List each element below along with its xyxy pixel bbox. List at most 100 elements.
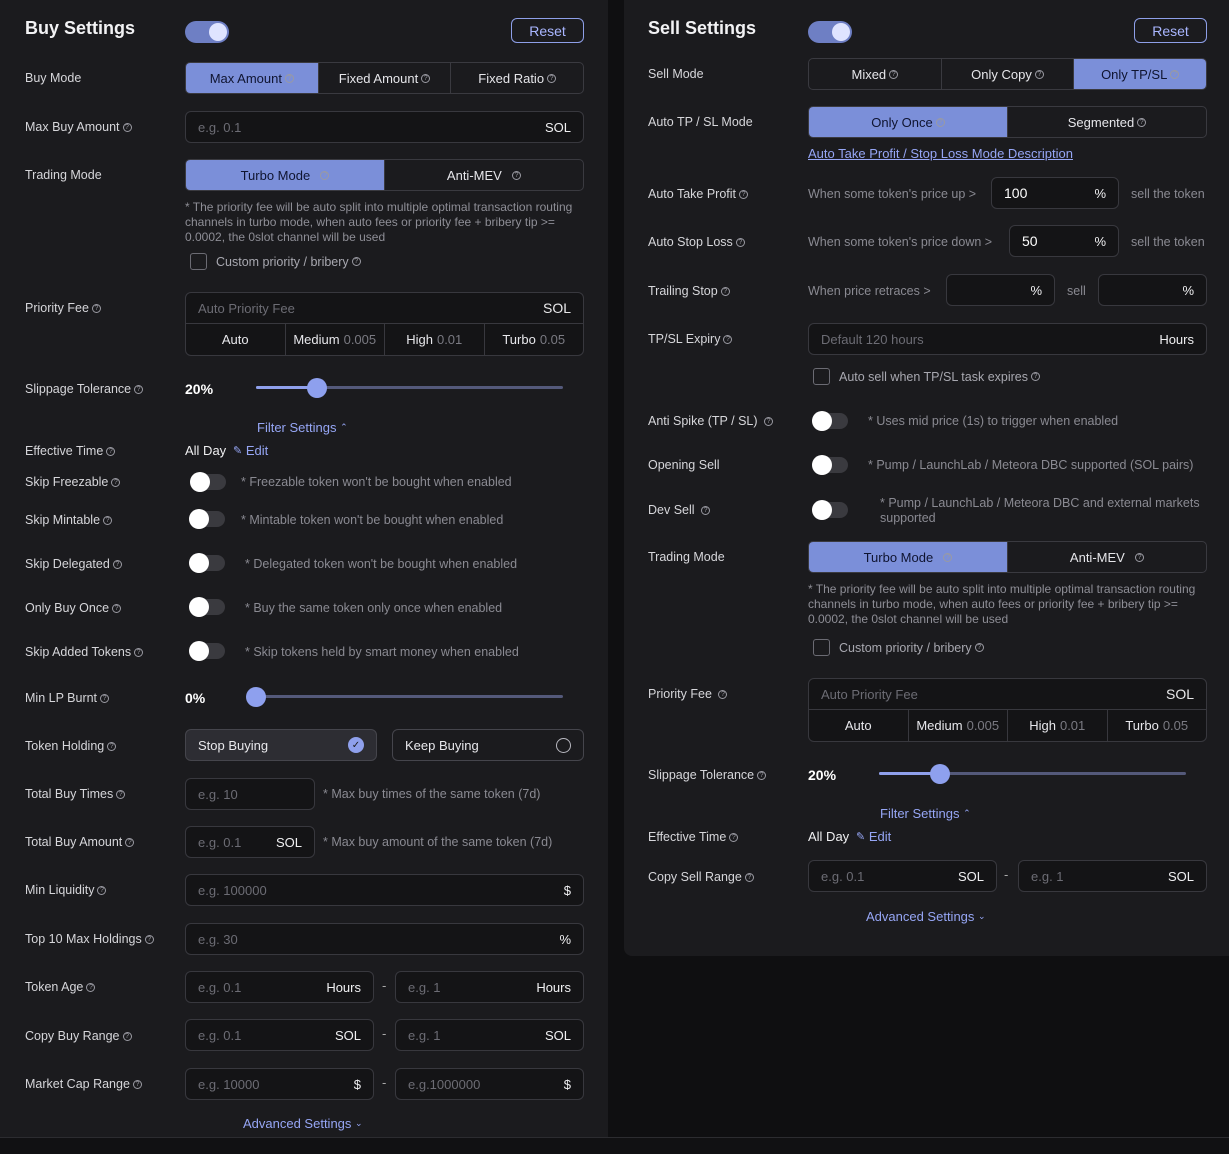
- sell-reset-button[interactable]: Reset: [1134, 18, 1207, 43]
- help-icon[interactable]: ?: [735, 237, 745, 247]
- sell-anti-mev-option[interactable]: Anti-MEV ?: [1008, 542, 1206, 572]
- help-icon[interactable]: ?: [125, 837, 135, 847]
- stop-loss-input[interactable]: 50%: [1009, 225, 1119, 257]
- sell-settings-toggle[interactable]: [808, 21, 852, 43]
- help-icon[interactable]: ?: [103, 515, 113, 525]
- help-icon[interactable]: ?: [889, 69, 899, 79]
- help-icon[interactable]: ?: [1030, 372, 1040, 381]
- sell-priority-fee-input[interactable]: Auto Priority Fee SOL: [809, 679, 1206, 710]
- sell-mode-only-copy[interactable]: Only Copy?: [942, 59, 1075, 89]
- help-icon[interactable]: ?: [97, 885, 107, 895]
- trailing-stop-sell-input[interactable]: %: [1098, 274, 1207, 306]
- opening-sell-toggle[interactable]: [812, 455, 848, 475]
- buy-priority-fee-input[interactable]: Auto Priority Fee SOL: [186, 293, 583, 324]
- help-icon[interactable]: ?: [739, 189, 749, 199]
- help-icon[interactable]: ?: [122, 122, 132, 132]
- help-icon[interactable]: ?: [512, 170, 522, 180]
- checkbox-box[interactable]: [190, 253, 207, 270]
- buy-advanced-settings-toggle[interactable]: Advanced Settings ⌄: [243, 1116, 363, 1131]
- help-icon[interactable]: ?: [757, 770, 767, 780]
- slider-handle[interactable]: [246, 687, 266, 707]
- help-icon[interactable]: ?: [284, 73, 294, 83]
- checkbox-box[interactable]: [813, 368, 830, 385]
- preset-turbo[interactable]: Turbo 0.05: [1108, 710, 1207, 741]
- help-icon[interactable]: ?: [744, 872, 754, 882]
- effective-time-edit-link[interactable]: ✎ Edit: [233, 443, 268, 458]
- help-icon[interactable]: ?: [112, 559, 122, 569]
- help-icon[interactable]: ?: [106, 446, 116, 456]
- copy-sell-range-min-input[interactable]: e.g. 0.1 SOL: [808, 860, 997, 892]
- help-icon[interactable]: ?: [764, 416, 774, 426]
- checkbox-box[interactable]: [813, 639, 830, 656]
- only-buy-once-toggle[interactable]: [189, 597, 225, 617]
- help-icon[interactable]: ?: [701, 505, 711, 515]
- sell-filter-settings-toggle[interactable]: Filter Settings ⌃: [880, 806, 971, 821]
- preset-auto[interactable]: Auto: [809, 710, 909, 741]
- buy-filter-settings-toggle[interactable]: Filter Settings ⌃: [257, 420, 348, 435]
- slider-handle[interactable]: [307, 378, 328, 398]
- buy-mode-max-amount[interactable]: Max Amount?: [186, 63, 319, 93]
- help-icon[interactable]: ?: [935, 117, 945, 127]
- tpsl-only-once-option[interactable]: Only Once?: [809, 107, 1008, 137]
- sell-slippage-slider[interactable]: [879, 764, 1186, 784]
- preset-high[interactable]: High 0.01: [385, 324, 485, 355]
- help-icon[interactable]: ?: [718, 689, 728, 699]
- sell-advanced-settings-toggle[interactable]: Advanced Settings ⌄: [866, 909, 986, 924]
- help-icon[interactable]: ?: [134, 647, 144, 657]
- help-icon[interactable]: ?: [91, 303, 101, 313]
- max-buy-amount-input[interactable]: e.g. 0.1 SOL: [185, 111, 584, 143]
- preset-medium[interactable]: Medium 0.005: [286, 324, 385, 355]
- preset-turbo[interactable]: Turbo 0.05: [485, 324, 584, 355]
- sell-custom-priority-checkbox[interactable]: Custom priority / bribery?: [813, 639, 984, 656]
- skip-freezable-toggle[interactable]: [190, 472, 226, 492]
- top10-max-holdings-input[interactable]: e.g. 30%: [185, 923, 584, 955]
- min-liquidity-input[interactable]: e.g. 100000 $: [185, 874, 584, 906]
- help-icon[interactable]: ?: [421, 73, 431, 83]
- buy-turbo-mode-option[interactable]: Turbo Mode ?: [186, 160, 385, 190]
- sell-effective-time-edit-link[interactable]: ✎ Edit: [856, 829, 891, 844]
- help-icon[interactable]: ?: [112, 603, 122, 613]
- help-icon[interactable]: ?: [729, 832, 739, 842]
- buy-custom-priority-checkbox[interactable]: Custom priority / bribery?: [190, 253, 361, 270]
- help-icon[interactable]: ?: [723, 334, 733, 344]
- total-buy-times-input[interactable]: e.g. 10: [185, 778, 315, 810]
- help-icon[interactable]: ?: [122, 1031, 132, 1041]
- market-cap-max-input[interactable]: e.g.1000000 $: [395, 1068, 584, 1100]
- token-age-min-input[interactable]: e.g. 0.1 Hours: [185, 971, 374, 1003]
- help-icon[interactable]: ?: [1135, 552, 1145, 562]
- copy-buy-range-min-input[interactable]: e.g. 0.1 SOL: [185, 1019, 374, 1051]
- help-icon[interactable]: ?: [111, 477, 121, 487]
- help-icon[interactable]: ?: [547, 73, 557, 83]
- help-icon[interactable]: ?: [943, 552, 953, 562]
- stop-buying-option[interactable]: Stop Buying ✓: [185, 729, 377, 761]
- skip-delegated-toggle[interactable]: [189, 553, 225, 573]
- preset-medium[interactable]: Medium 0.005: [909, 710, 1008, 741]
- help-icon[interactable]: ?: [320, 170, 330, 180]
- token-age-max-input[interactable]: e.g. 1 Hours: [395, 971, 584, 1003]
- buy-mode-fixed-ratio[interactable]: Fixed Ratio?: [451, 63, 583, 93]
- dev-sell-toggle[interactable]: [812, 500, 848, 520]
- tpsl-segmented-option[interactable]: Segmented?: [1008, 107, 1206, 137]
- help-icon[interactable]: ?: [100, 693, 110, 703]
- help-icon[interactable]: ?: [132, 1079, 142, 1089]
- buy-slippage-slider[interactable]: [256, 378, 563, 398]
- buy-settings-toggle[interactable]: [185, 21, 229, 43]
- skip-mintable-toggle[interactable]: [189, 509, 225, 529]
- help-icon[interactable]: ?: [86, 982, 96, 992]
- copy-sell-range-max-input[interactable]: e.g. 1 SOL: [1018, 860, 1207, 892]
- help-icon[interactable]: ?: [144, 934, 154, 944]
- help-icon[interactable]: ?: [116, 789, 126, 799]
- sell-mode-mixed[interactable]: Mixed?: [809, 59, 942, 89]
- keep-buying-option[interactable]: Keep Buying: [392, 729, 584, 761]
- help-icon[interactable]: ?: [107, 741, 117, 751]
- market-cap-min-input[interactable]: e.g. 10000 $: [185, 1068, 374, 1100]
- buy-reset-button[interactable]: Reset: [511, 18, 584, 43]
- tpsl-expiry-input[interactable]: Default 120 hours Hours: [808, 323, 1207, 355]
- skip-added-tokens-toggle[interactable]: [189, 641, 225, 661]
- auto-sell-expire-checkbox[interactable]: Auto sell when TP/SL task expires?: [813, 368, 1040, 385]
- help-icon[interactable]: ?: [1137, 117, 1147, 127]
- help-icon[interactable]: ?: [134, 384, 144, 394]
- help-icon[interactable]: ?: [351, 257, 361, 266]
- take-profit-input[interactable]: 100%: [991, 177, 1119, 209]
- buy-anti-mev-option[interactable]: Anti-MEV ?: [385, 160, 583, 190]
